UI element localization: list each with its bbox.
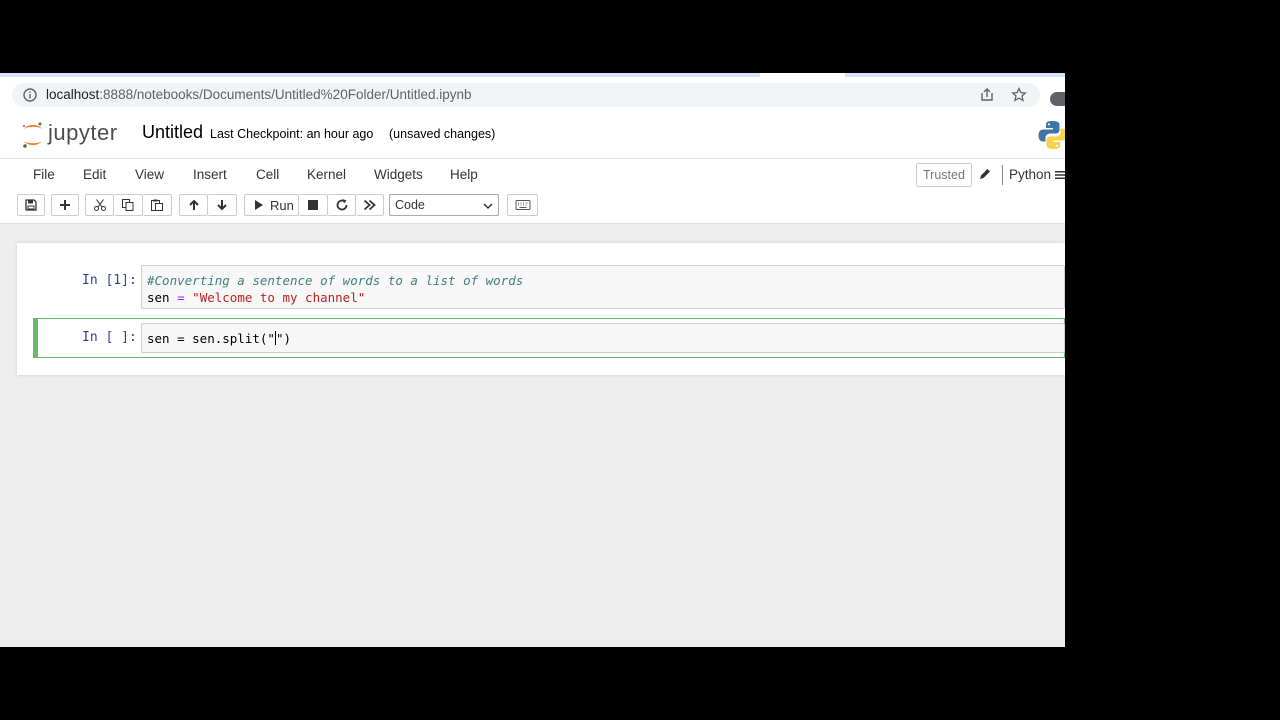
cell-type-select[interactable]: Code [389, 194, 499, 216]
url-path: :8888/notebooks/Documents/Untitled%20Fol… [99, 87, 472, 102]
save-button[interactable] [17, 194, 45, 216]
notebook-header: jupyter Untitled Last Checkpoint: an hou… [0, 113, 1065, 158]
plus-icon [60, 200, 70, 210]
kernel-name[interactable]: Python [1009, 167, 1051, 182]
pencil-icon[interactable] [978, 167, 992, 181]
kernel-divider [1002, 165, 1003, 185]
menu-edit[interactable]: Edit [83, 167, 106, 182]
code-line: sen = sen.split("") [147, 331, 291, 346]
jupyter-logo-icon[interactable] [20, 119, 46, 151]
notebook-title[interactable]: Untitled [142, 122, 203, 143]
browser-toolbar: localhost:8888/notebooks/Documents/Untit… [0, 77, 1065, 113]
url-host: localhost [46, 87, 100, 102]
code-editor[interactable]: sen = sen.split("") [141, 323, 1065, 353]
python-logo-icon [1038, 121, 1065, 149]
menu-widgets[interactable]: Widgets [374, 167, 423, 182]
profile-icon[interactable] [1050, 92, 1065, 106]
notebook-toolbar: Run Code [0, 191, 1065, 224]
arrow-up-icon [188, 199, 199, 210]
code-string: "Welcome to my channel" [192, 290, 366, 305]
menu-file[interactable]: File [33, 167, 55, 182]
play-icon [255, 200, 263, 210]
jupyter-logo-text[interactable]: jupyter [48, 120, 118, 146]
arrow-down-icon [217, 200, 227, 211]
paste-button[interactable] [143, 194, 172, 216]
code-editor[interactable]: #Converting a sentence of words to a lis… [141, 265, 1065, 309]
copy-icon [122, 199, 134, 211]
fast-forward-icon [363, 199, 376, 211]
menu-bar: File Edit View Insert Cell Kernel Widget… [0, 158, 1065, 192]
input-prompt: In [1]: [82, 273, 137, 288]
notebook-container: In [1]: #Converting a sentence of words … [17, 243, 1065, 375]
keyboard-icon [515, 200, 530, 210]
kernel-status-icon [1055, 171, 1065, 179]
code-line: sen = "Welcome to my channel" [147, 290, 365, 305]
restart-run-all-button[interactable] [356, 194, 384, 216]
share-icon[interactable] [979, 87, 995, 103]
code-operator: = [177, 290, 185, 305]
code-line: #Converting a sentence of words to a lis… [147, 273, 523, 288]
code-comment: #Converting a sentence of words to a lis… [147, 273, 524, 288]
menu-view[interactable]: View [135, 167, 164, 182]
interrupt-kernel-button[interactable] [299, 194, 328, 216]
insert-cell-button[interactable] [51, 194, 79, 216]
code-text: sen = sen.split(" [147, 331, 275, 346]
save-icon [25, 199, 37, 211]
move-up-button[interactable] [179, 194, 208, 216]
address-bar[interactable]: localhost:8888/notebooks/Documents/Untit… [12, 83, 1040, 107]
run-label: Run [270, 198, 294, 213]
copy-button[interactable] [114, 194, 143, 216]
menu-insert[interactable]: Insert [193, 167, 227, 182]
checkpoint-status: Last Checkpoint: an hour ago [210, 127, 374, 141]
code-variable: sen [147, 290, 170, 305]
paste-icon [151, 199, 163, 211]
code-cell[interactable]: In [1]: #Converting a sentence of words … [33, 263, 1065, 311]
command-palette-button[interactable] [507, 194, 538, 216]
restart-icon [336, 199, 347, 211]
stop-icon [308, 200, 318, 210]
restart-kernel-button[interactable] [328, 194, 356, 216]
menu-help[interactable]: Help [450, 167, 478, 182]
cell-type-value: Code [395, 198, 425, 212]
browser-window: localhost:8888/notebooks/Documents/Untit… [0, 73, 1065, 647]
bookmark-star-icon[interactable] [1011, 87, 1027, 103]
scissors-icon [93, 199, 106, 211]
code-text: ") [275, 331, 291, 346]
info-icon[interactable] [23, 88, 37, 102]
chevron-down-icon [483, 203, 493, 210]
menu-kernel[interactable]: Kernel [307, 167, 346, 182]
input-prompt: In [ ]: [82, 330, 137, 345]
selected-code-cell[interactable]: In [ ]: sen = sen.split("") [33, 318, 1065, 358]
url-text[interactable]: localhost:8888/notebooks/Documents/Untit… [46, 87, 472, 102]
menu-cell[interactable]: Cell [256, 167, 279, 182]
cut-button[interactable] [85, 194, 114, 216]
move-down-button[interactable] [208, 194, 237, 216]
trusted-indicator[interactable]: Trusted [916, 163, 972, 187]
run-button[interactable]: Run [244, 194, 299, 216]
autosave-status: (unsaved changes) [389, 127, 496, 141]
